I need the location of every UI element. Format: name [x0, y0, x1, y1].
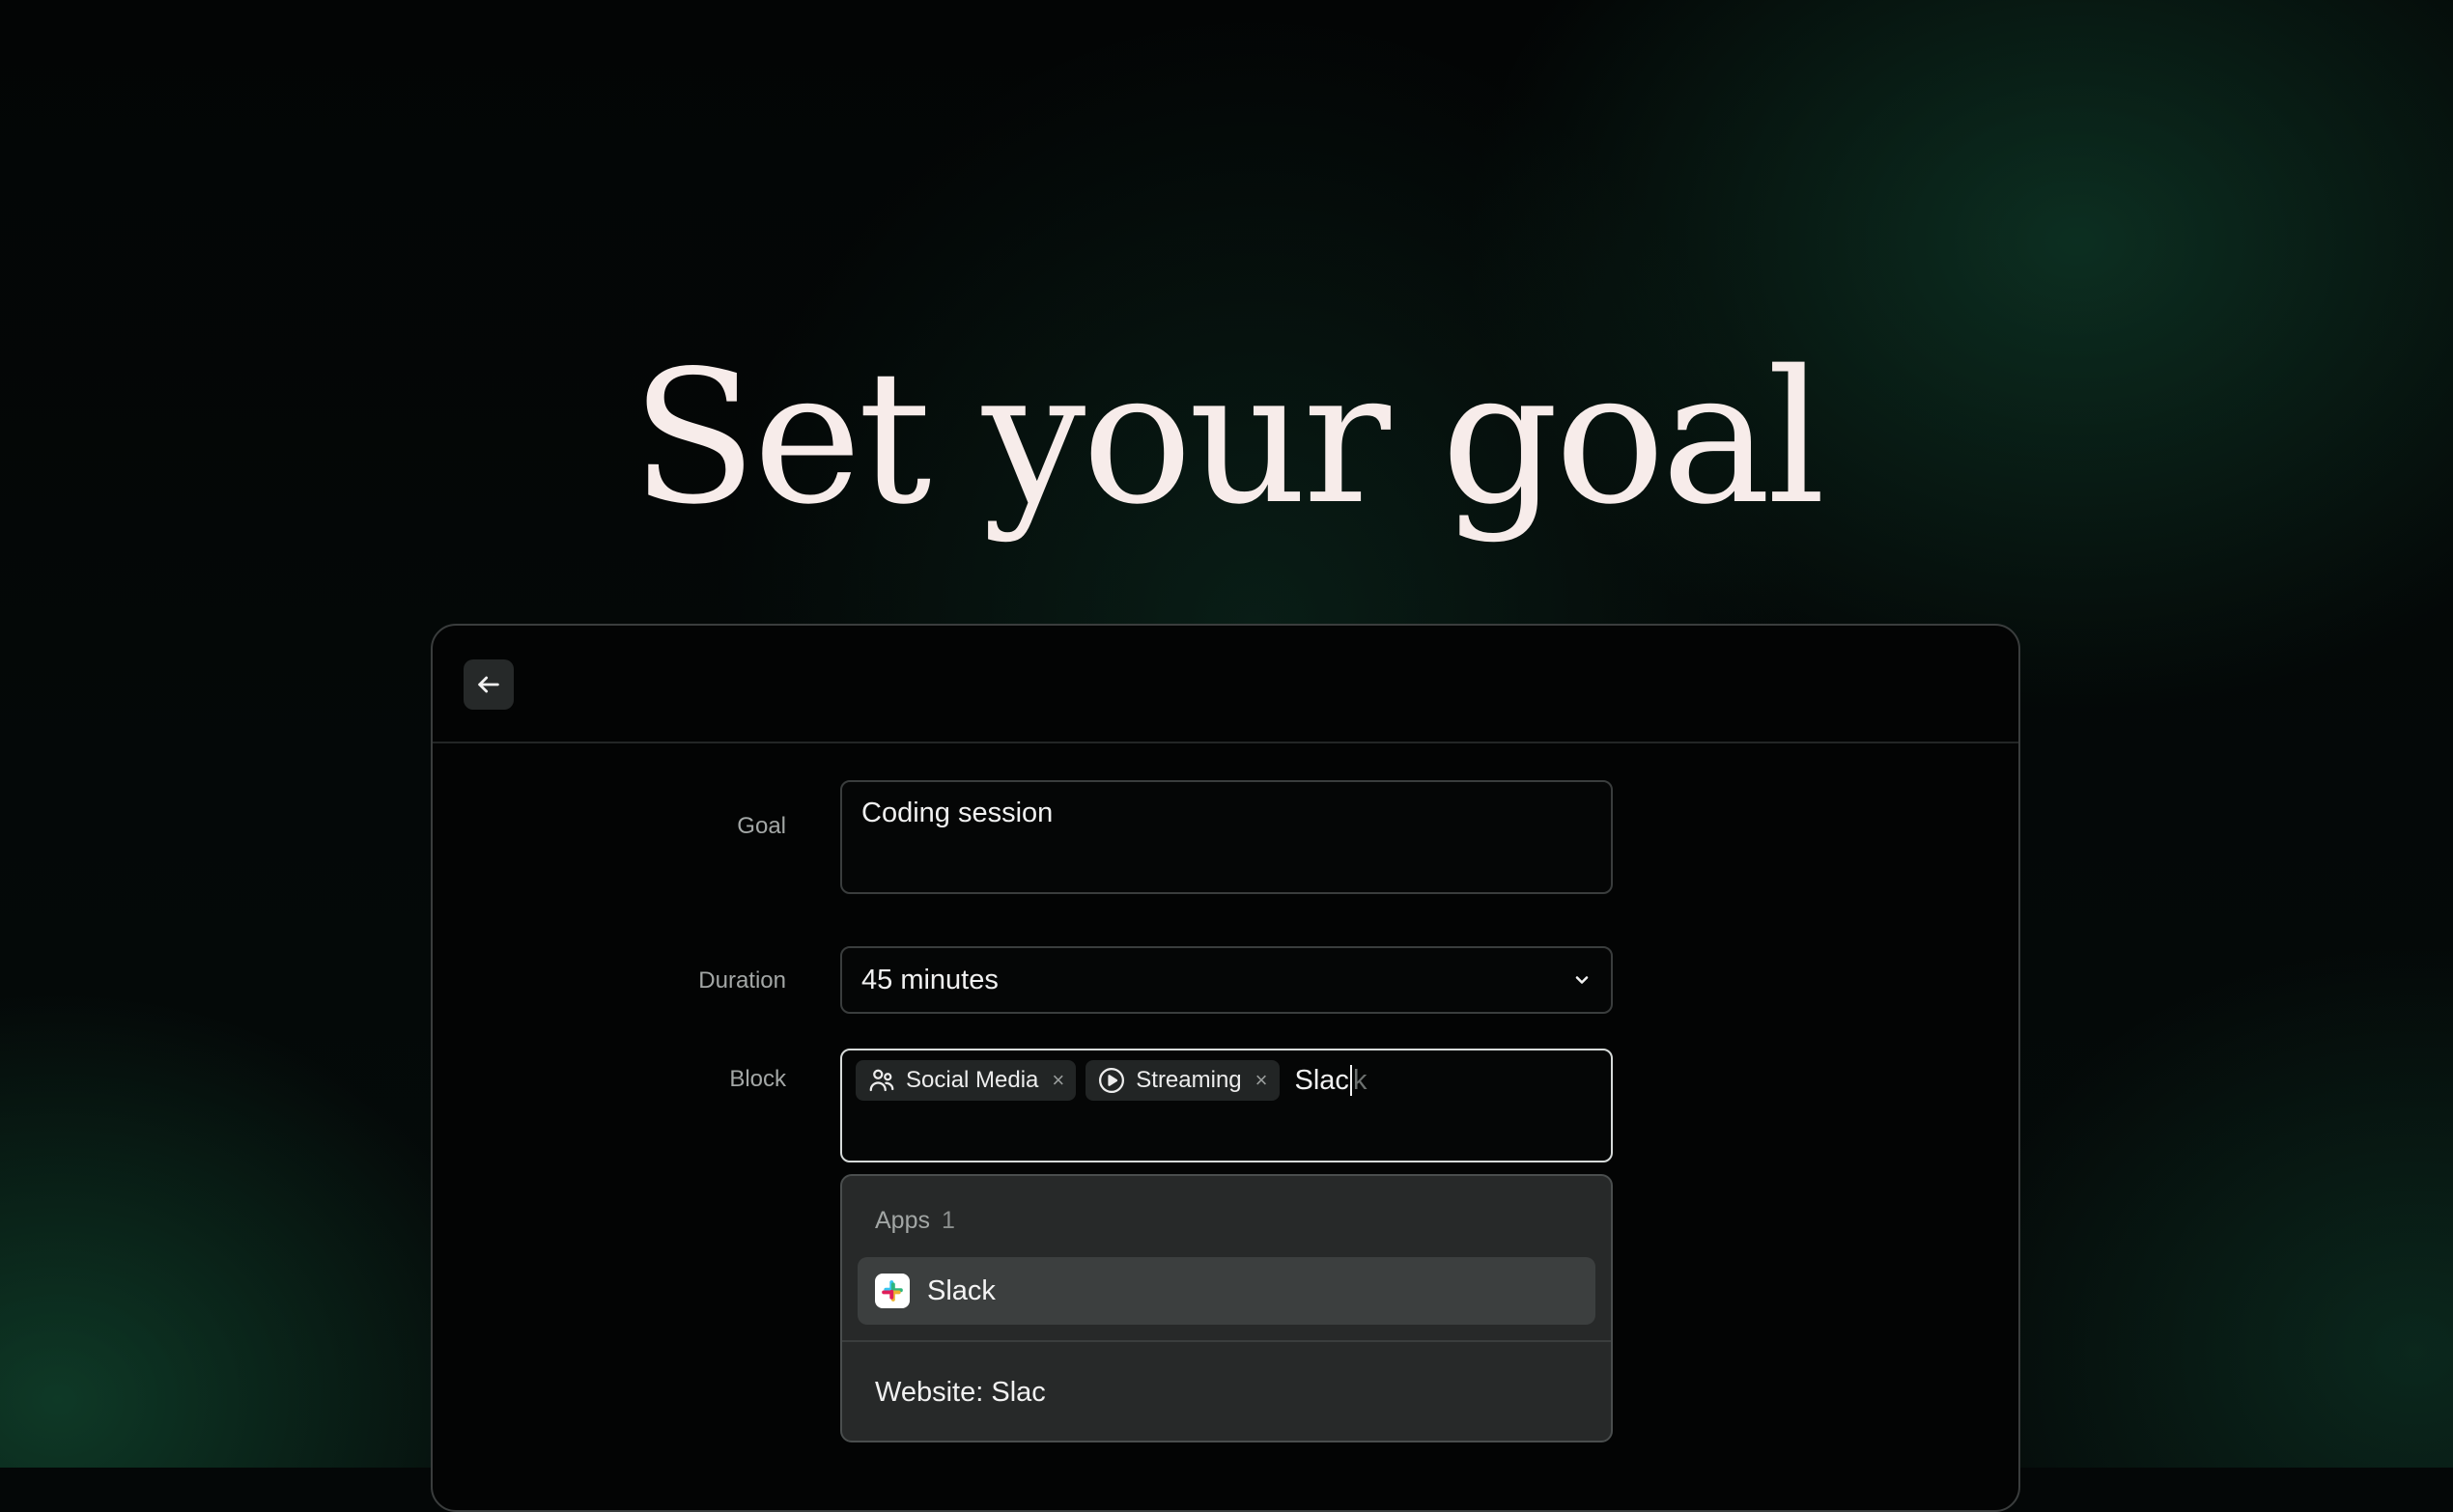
dropdown-website-option[interactable]: Website: Slac [875, 1377, 1046, 1409]
goal-value: Coding session [861, 798, 1054, 828]
dropdown-item-slack[interactable]: Slack [858, 1257, 1595, 1325]
duration-value: 45 minutes [861, 964, 999, 995]
autocomplete-dropdown: Apps 1 Slack Website: Slac [840, 1174, 1613, 1442]
page-title: Set your goal [631, 331, 1826, 546]
duration-label: Duration [698, 967, 786, 994]
duration-select[interactable]: 45 minutes [840, 946, 1613, 1014]
remove-streaming-button[interactable]: × [1255, 1068, 1268, 1093]
remove-social-media-button[interactable]: × [1052, 1068, 1064, 1093]
dropdown-section-header: Apps 1 [875, 1207, 955, 1235]
block-input[interactable]: Social Media × Streaming × Slac k [840, 1049, 1613, 1162]
goal-dialog: Goal Coding session Duration 45 minutes … [431, 624, 2020, 1512]
dialog-topbar [433, 626, 2018, 743]
section-label: Apps [875, 1207, 930, 1234]
play-circle-icon [1099, 1068, 1125, 1093]
block-label: Block [729, 1066, 786, 1092]
chip-streaming: Streaming × [1086, 1060, 1280, 1101]
text-caret [1349, 1065, 1352, 1096]
goal-label: Goal [737, 813, 786, 839]
chip-social-media: Social Media × [856, 1060, 1077, 1101]
section-count: 1 [941, 1207, 955, 1234]
chevron-down-icon [1575, 976, 1589, 984]
chip-label: Social Media [906, 1067, 1039, 1093]
dropdown-divider [842, 1340, 1611, 1342]
typed-value: Slac [1294, 1064, 1349, 1096]
arrow-left-icon [478, 676, 499, 693]
slack-icon [875, 1274, 910, 1308]
users-icon [869, 1069, 894, 1092]
block-typed-text[interactable]: Slac k [1289, 1060, 1367, 1101]
dropdown-item-label: Slack [927, 1274, 996, 1306]
back-button[interactable] [464, 659, 514, 710]
chip-label: Streaming [1136, 1067, 1242, 1093]
goal-input[interactable]: Coding session [840, 780, 1613, 894]
autocomplete-ghost: k [1352, 1064, 1367, 1096]
